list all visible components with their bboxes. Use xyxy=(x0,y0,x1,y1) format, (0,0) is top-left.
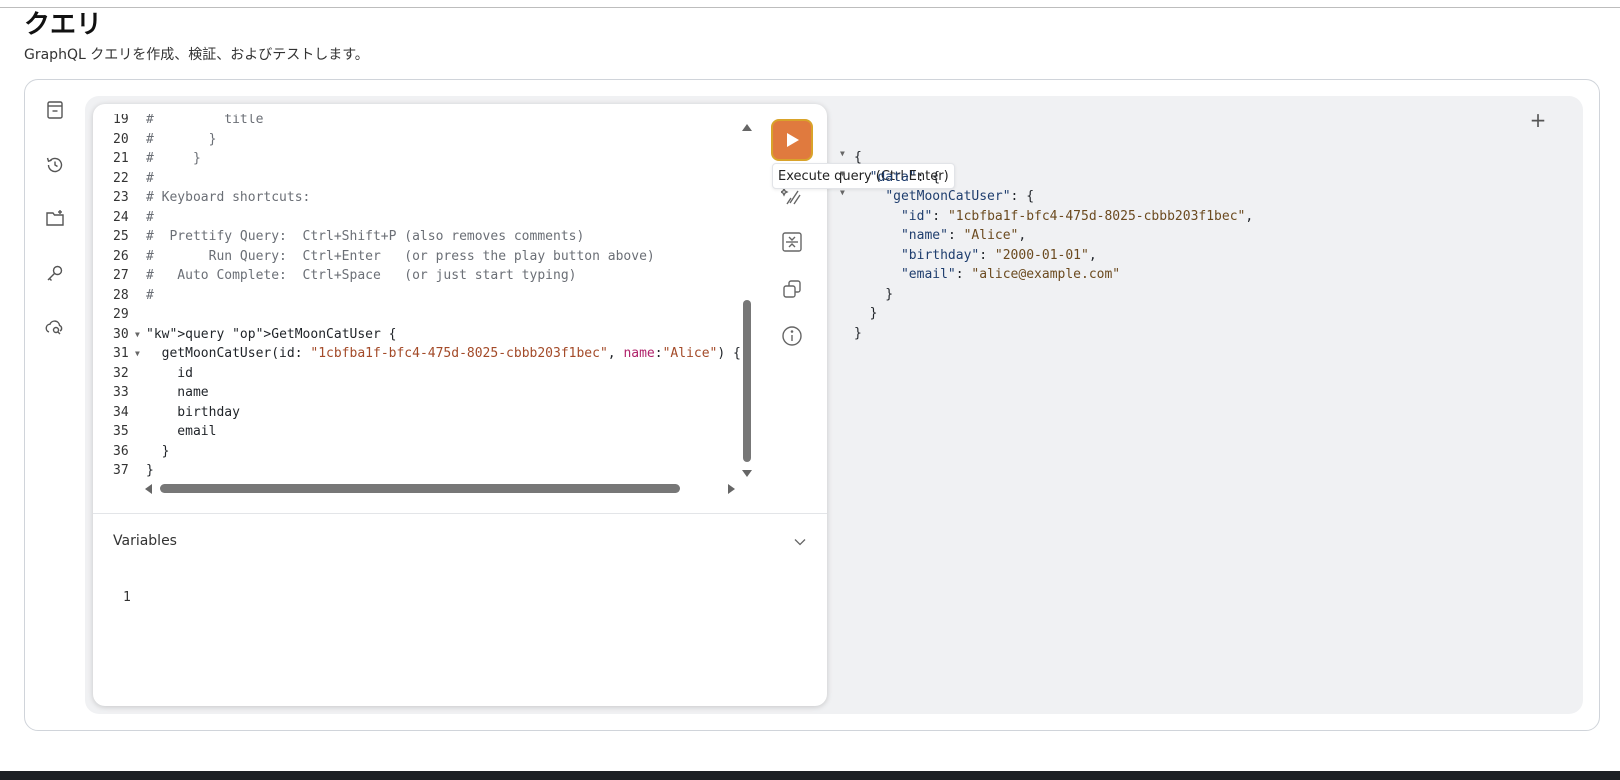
result-line: "email": "alice@example.com" xyxy=(900,267,1121,282)
line-number: 24 xyxy=(113,209,129,225)
history-icon[interactable] xyxy=(44,154,66,176)
merge-fragments-button[interactable] xyxy=(780,230,804,254)
fold-arrow-icon[interactable]: ▼ xyxy=(840,169,845,178)
code-text: # } xyxy=(146,131,217,147)
line-number: 25 xyxy=(113,229,129,244)
page-title: クエリ xyxy=(24,10,103,40)
scroll-down-arrow[interactable] xyxy=(742,470,752,477)
code-text: # Auto Complete: Ctrl+Space (or just sta… xyxy=(146,268,577,283)
result-line: { xyxy=(854,150,862,165)
line-number: 36 xyxy=(113,443,129,459)
result-line: } xyxy=(854,286,894,302)
variables-line-number: 1 xyxy=(123,590,131,605)
code-text: email xyxy=(146,424,217,439)
page-subtitle: GraphQL クエリを作成、検証、およびテストします。 xyxy=(24,47,369,63)
add-tab-button[interactable]: + xyxy=(1528,110,1548,130)
result-line: "getMoonCatUser": { xyxy=(885,189,1035,204)
line-number: 33 xyxy=(113,385,129,400)
fold-arrow-icon[interactable]: ▼ xyxy=(135,344,140,364)
code-text: } xyxy=(146,463,154,478)
result-line: "id": "1cbfba1f-bfc4-475d-8025-cbbb203f1… xyxy=(900,208,1254,224)
code-text: # Run Query: Ctrl+Enter (or press the pl… xyxy=(146,248,655,264)
line-number: 23 xyxy=(113,190,129,205)
query-editor-panel: 19 # title 20 # } 21 # } 22 #23 # Keyboard short… xyxy=(93,104,827,706)
line-number: 26 xyxy=(113,248,129,264)
line-number: 22 xyxy=(113,170,129,186)
result-line: } xyxy=(854,325,862,341)
fold-arrow-icon[interactable]: ▼ xyxy=(840,149,845,158)
result-line: "birthday": "2000-01-01", xyxy=(900,247,1097,263)
play-icon xyxy=(787,133,799,147)
code-text: # xyxy=(146,170,154,186)
line-number: 29 xyxy=(113,307,129,322)
info-button[interactable] xyxy=(780,324,804,348)
top-divider xyxy=(0,7,1620,8)
chevron-down-icon[interactable] xyxy=(793,535,807,549)
horizontal-scrollbar[interactable] xyxy=(160,484,680,493)
vertical-scrollbar[interactable] xyxy=(743,300,751,462)
code-text: } xyxy=(146,443,170,459)
line-number: 20 xyxy=(113,131,129,147)
code-text: # } xyxy=(146,151,201,166)
fold-arrow-icon[interactable]: ▼ xyxy=(840,188,845,197)
code-text: # Keyboard shortcuts: xyxy=(146,190,311,205)
code-text: # title xyxy=(146,114,264,127)
info-icon xyxy=(782,326,802,346)
explorer-icon[interactable] xyxy=(44,316,66,338)
result-line: } xyxy=(854,306,878,321)
code-text: name xyxy=(146,385,209,400)
code-text: id xyxy=(146,365,193,381)
docs-icon[interactable] xyxy=(44,99,66,121)
code-text: getMoonCatUser(id: "1cbfba1f-bfc4-475d-8… xyxy=(146,346,741,361)
code-text: # xyxy=(146,287,154,303)
variables-tab[interactable]: Variables xyxy=(113,533,177,549)
line-number: 30 xyxy=(113,326,129,342)
copy-icon xyxy=(783,280,801,298)
copy-query-button[interactable] xyxy=(780,277,804,301)
line-number: 21 xyxy=(113,151,129,166)
query-editor[interactable]: 19 # title 20 # } 21 # } 22 #23 # Keyboard short… xyxy=(93,114,753,479)
scroll-right-arrow[interactable] xyxy=(728,484,735,494)
line-number: 28 xyxy=(113,287,129,303)
code-text: "kw">query "op">GetMoonCatUser { xyxy=(146,326,397,342)
code-text: # xyxy=(146,209,154,225)
line-number: 27 xyxy=(113,268,129,283)
line-number: 35 xyxy=(113,424,129,439)
key-icon[interactable] xyxy=(44,262,66,284)
result-line: "data": { xyxy=(869,169,941,185)
result-line: "name": "Alice", xyxy=(900,228,1027,243)
run-query-button[interactable] xyxy=(771,119,813,161)
line-number: 31 xyxy=(113,346,129,361)
scroll-up-arrow[interactable] xyxy=(742,124,752,131)
scroll-left-arrow[interactable] xyxy=(145,484,152,494)
code-text: # Prettify Query: Ctrl+Shift+P (also rem… xyxy=(146,229,585,244)
bottom-bar xyxy=(0,771,1620,780)
variables-divider xyxy=(93,513,827,514)
line-number: 37 xyxy=(113,463,129,478)
line-number: 34 xyxy=(113,404,129,420)
fold-arrow-icon[interactable]: ▼ xyxy=(135,325,140,345)
folder-add-icon[interactable] xyxy=(44,207,66,229)
line-number: 32 xyxy=(113,365,129,381)
merge-icon xyxy=(782,232,802,252)
line-number: 19 xyxy=(113,114,129,127)
code-text: birthday xyxy=(146,404,240,420)
